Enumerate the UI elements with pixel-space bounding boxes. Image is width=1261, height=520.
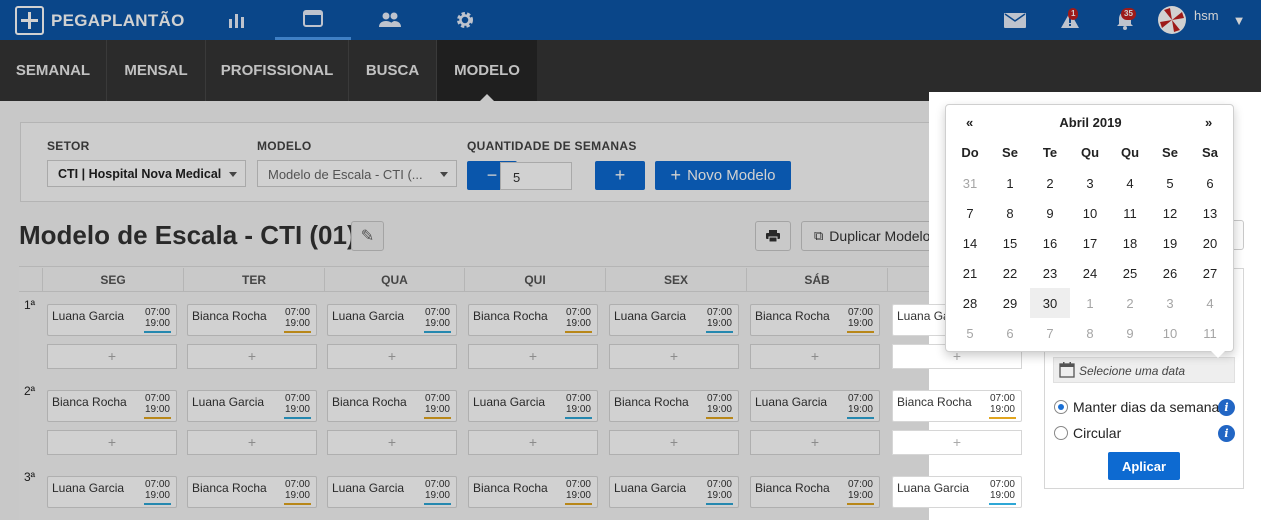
calendar-day[interactable]: 16 xyxy=(1030,228,1070,258)
calendar-day[interactable]: 19 xyxy=(1150,228,1190,258)
weekday-header: Te xyxy=(1042,145,1058,160)
calendar-day[interactable]: 1 xyxy=(1070,288,1110,318)
calendar-day[interactable]: 9 xyxy=(1110,318,1150,348)
weekday-header: Do xyxy=(961,145,979,160)
shift-color-bar xyxy=(989,503,1016,505)
weekday-header: Qu xyxy=(1080,145,1100,160)
calendar-day[interactable]: 8 xyxy=(990,198,1030,228)
calendar-day[interactable]: 6 xyxy=(990,318,1030,348)
shift-end: 19:00 xyxy=(989,404,1015,415)
date-picker-popup: « Abril 2019 » Do Se Te Qu Qu Se Sa 31 1 2 3 4 5 6 7 8 9… xyxy=(945,104,1235,358)
calendar-day[interactable]: 25 xyxy=(1110,258,1150,288)
calendar-day[interactable]: 10 xyxy=(1150,318,1190,348)
modal-backdrop[interactable] xyxy=(929,0,1261,92)
month-title[interactable]: Abril 2019 xyxy=(946,115,1235,130)
circular-label: Circular xyxy=(1073,425,1122,441)
calendar-day[interactable]: 3 xyxy=(1150,288,1190,318)
calendar-day[interactable]: 2 xyxy=(1110,288,1150,318)
calendar-day[interactable]: 10 xyxy=(1070,198,1110,228)
info-icon[interactable]: i xyxy=(1218,425,1235,442)
next-month-button[interactable]: » xyxy=(1205,115,1212,130)
calendar-day[interactable]: 11 xyxy=(1190,318,1230,348)
shift-card[interactable]: Bianca Rocha 07:00 19:00 xyxy=(892,390,1022,422)
weekday-header: Qu xyxy=(1120,145,1140,160)
shift-card[interactable]: Luana Garcia 07:00 19:00 xyxy=(892,476,1022,508)
calendar-day[interactable]: 22 xyxy=(990,258,1030,288)
shift-name: Luana Garcia xyxy=(897,481,970,495)
calendar-day[interactable]: 3 xyxy=(1070,168,1110,198)
calendar-day[interactable]: 7 xyxy=(950,198,990,228)
calendar-day[interactable]: 29 xyxy=(990,288,1030,318)
weekday-header: Sa xyxy=(1202,145,1218,160)
calendar-day[interactable]: 4 xyxy=(1190,288,1230,318)
calendar-day[interactable]: 2 xyxy=(1030,168,1070,198)
calendar-day[interactable]: 9 xyxy=(1030,198,1070,228)
calendar-day[interactable]: 7 xyxy=(1030,318,1070,348)
shift-end: 19:00 xyxy=(989,490,1015,501)
keep-weekdays-radio[interactable] xyxy=(1054,400,1068,414)
circular-radio[interactable] xyxy=(1054,426,1068,440)
calendar-day[interactable]: 11 xyxy=(1110,198,1150,228)
info-icon[interactable]: i xyxy=(1218,399,1235,416)
keep-weekdays-label: Manter dias da semana xyxy=(1073,399,1220,415)
calendar-day[interactable]: 5 xyxy=(950,318,990,348)
shift-start: 07:00 xyxy=(989,393,1015,404)
shift-name: Bianca Rocha xyxy=(897,395,972,409)
calendar-day[interactable]: 23 xyxy=(1030,258,1070,288)
calendar-day[interactable]: 8 xyxy=(1070,318,1110,348)
calendar-day[interactable]: 15 xyxy=(990,228,1030,258)
calendar-day[interactable]: 6 xyxy=(1190,168,1230,198)
calendar-day[interactable]: 14 xyxy=(950,228,990,258)
calendar-day[interactable]: 12 xyxy=(1150,198,1190,228)
apply-button[interactable]: Aplicar xyxy=(1108,452,1180,480)
calendar-day[interactable]: 13 xyxy=(1190,198,1230,228)
calendar-day[interactable]: 18 xyxy=(1110,228,1150,258)
shift-start: 07:00 xyxy=(989,479,1015,490)
calendar-icon xyxy=(1059,362,1075,378)
calendar-day[interactable]: 1 xyxy=(990,168,1030,198)
calendar-day[interactable]: 5 xyxy=(1150,168,1190,198)
date-input[interactable]: Selecione uma data xyxy=(1053,357,1235,383)
weekday-header: Se xyxy=(1162,145,1178,160)
calendar-day[interactable]: 17 xyxy=(1070,228,1110,258)
calendar-day[interactable]: 31 xyxy=(950,168,990,198)
calendar-day[interactable]: 21 xyxy=(950,258,990,288)
calendar-day[interactable]: 28 xyxy=(950,288,990,318)
shift-name: Luana Ga xyxy=(897,309,950,323)
shift-color-bar xyxy=(989,417,1016,419)
weekday-header: Se xyxy=(1002,145,1018,160)
calendar-day[interactable]: 30 xyxy=(1030,288,1070,318)
modal-backdrop[interactable] xyxy=(0,0,929,520)
calendar-day[interactable]: 4 xyxy=(1110,168,1150,198)
calendar-day[interactable]: 26 xyxy=(1150,258,1190,288)
calendar-day[interactable]: 20 xyxy=(1190,228,1230,258)
calendar-day[interactable]: 24 xyxy=(1070,258,1110,288)
add-shift-button[interactable]: + xyxy=(892,430,1022,455)
calendar-day[interactable]: 27 xyxy=(1190,258,1230,288)
